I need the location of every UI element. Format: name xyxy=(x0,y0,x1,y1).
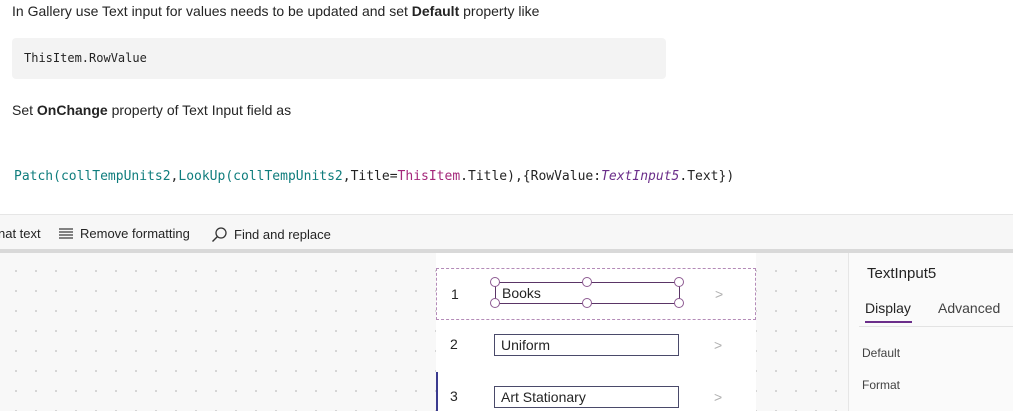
code-token: Patch( xyxy=(14,169,61,184)
resize-handle[interactable] xyxy=(582,277,592,287)
code-token: = xyxy=(389,169,398,184)
search-icon xyxy=(212,227,227,242)
code-token: ),{ xyxy=(507,169,531,184)
row-number: 2 xyxy=(450,336,458,352)
remove-formatting-button[interactable]: Remove formatting xyxy=(58,226,190,241)
gallery-row-selected[interactable]: 1 Books > xyxy=(436,268,756,320)
code-default-value: ThisItem.RowValue xyxy=(24,51,147,65)
code-token: TextInput5 xyxy=(601,169,680,184)
text-input[interactable]: Art Stationary xyxy=(494,386,679,408)
gallery[interactable]: 1 Books > 2 Uniform > 3 Art Stationary > xyxy=(436,253,756,411)
remove-formatting-icon xyxy=(59,227,73,239)
property-label-default: Default xyxy=(862,346,901,360)
instruction-text: Set xyxy=(12,102,37,118)
text-input-value: Uniform xyxy=(501,337,551,353)
format-text-label: nat text xyxy=(0,226,41,241)
resize-handle[interactable] xyxy=(490,277,500,287)
resize-handle[interactable] xyxy=(674,277,684,287)
active-tab-indicator xyxy=(865,321,912,323)
instruction-default: In Gallery use Text input for values nee… xyxy=(12,2,539,20)
code-token: , xyxy=(342,169,351,184)
row-focus-indicator xyxy=(436,372,438,411)
instruction-text-end: property of Text Input field as xyxy=(107,102,292,118)
code-token: Title xyxy=(468,169,508,184)
control-name: TextInput5 xyxy=(867,265,937,282)
text-input[interactable]: Uniform xyxy=(494,334,679,356)
code-onchange-formula: Patch(collTempUnits2,LookUp(collTempUnit… xyxy=(14,169,734,184)
find-replace-button[interactable]: Find and replace xyxy=(211,226,331,243)
code-token: Title xyxy=(350,169,390,184)
code-token: LookUp( xyxy=(178,169,234,184)
instruction-text: In Gallery use Text input for values nee… xyxy=(12,3,412,19)
tab-display[interactable]: Display xyxy=(865,300,911,316)
find-replace-label: Find and replace xyxy=(234,227,331,242)
default-keyword: Default xyxy=(411,3,460,19)
editor-toolbar: nat text Remove formatting Find and repl… xyxy=(0,214,1013,250)
remove-formatting-label: Remove formatting xyxy=(80,226,190,241)
tab-separator xyxy=(859,326,1013,327)
code-token: . xyxy=(679,169,688,184)
tab-advanced[interactable]: Advanced xyxy=(938,300,1000,316)
row-number: 1 xyxy=(451,286,459,302)
format-text-button[interactable]: nat text xyxy=(0,226,41,241)
resize-handle[interactable] xyxy=(490,298,500,308)
gallery-row[interactable]: 3 Art Stationary > xyxy=(436,372,756,411)
code-token: . xyxy=(460,169,468,184)
resize-handle[interactable] xyxy=(674,298,684,308)
chevron-right-icon[interactable]: > xyxy=(714,337,722,353)
text-input-value: Art Stationary xyxy=(501,389,586,405)
text-input-value: Books xyxy=(502,285,541,301)
chevron-right-icon[interactable]: > xyxy=(714,389,722,405)
property-label-format: Format xyxy=(862,378,901,392)
onchange-keyword: OnChange xyxy=(36,102,108,118)
code-token: Text xyxy=(687,169,719,184)
resize-handle[interactable] xyxy=(582,298,592,308)
code-token: }) xyxy=(718,169,735,184)
gallery-row[interactable]: 2 Uniform > xyxy=(436,320,756,372)
code-token: : xyxy=(593,169,602,184)
row-number: 3 xyxy=(450,388,458,404)
code-block-default: ThisItem.RowValue xyxy=(12,38,666,79)
code-token: RowValue xyxy=(530,169,594,184)
chevron-right-icon[interactable]: > xyxy=(715,286,723,302)
code-token: collTempUnits2 xyxy=(233,169,343,184)
properties-panel: TextInput5 Display Advanced Default Form… xyxy=(848,253,1013,411)
instruction-text-end: property like xyxy=(459,3,540,19)
code-token: ThisItem xyxy=(397,169,461,184)
code-token: collTempUnits2 xyxy=(60,169,171,184)
instruction-onchange: Set OnChange property of Text Input fiel… xyxy=(12,101,291,119)
